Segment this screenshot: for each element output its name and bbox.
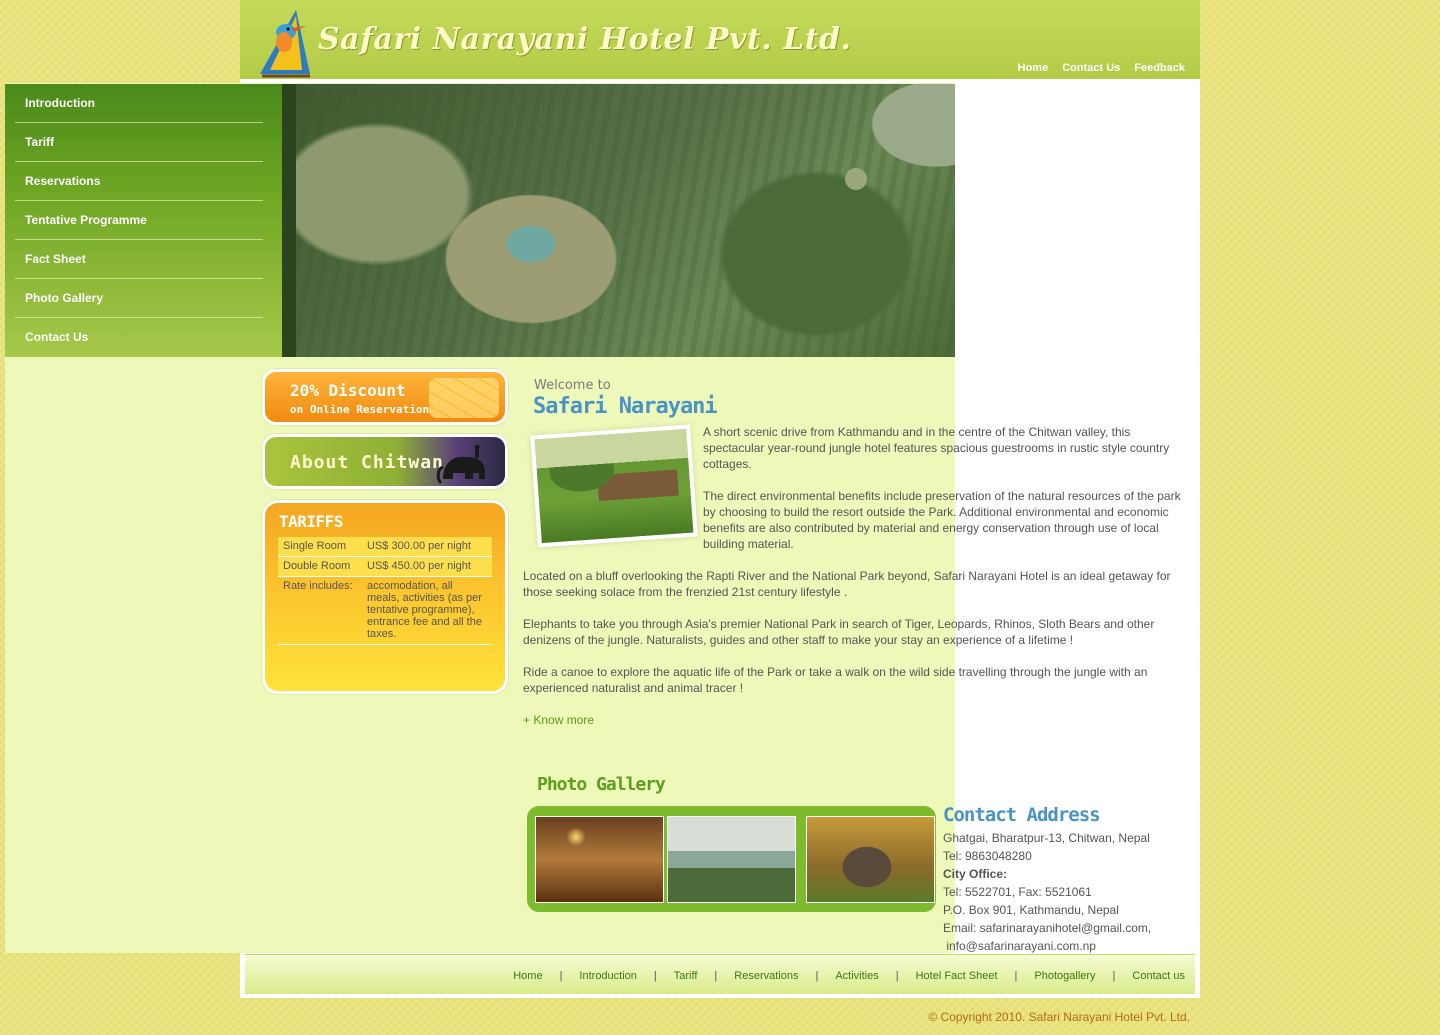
discount-banner[interactable]: 20% Discount on Online Reservation bbox=[262, 369, 508, 425]
elephant-icon bbox=[436, 445, 485, 485]
elephants-paragraph: Elephants to take you through Asia's pre… bbox=[523, 617, 1155, 647]
site-logo-text[interactable]: Safari Narayani Hotel Pvt. Ltd. bbox=[318, 22, 851, 57]
discount-banner-title: 20% Discount bbox=[290, 381, 406, 400]
sidebar-item-reservations[interactable]: Reservations bbox=[15, 162, 263, 201]
footer-bar: Home | Introduction | Tariff | Reservati… bbox=[245, 954, 1195, 994]
tariff-value: US$ 450.00 per night bbox=[362, 556, 492, 577]
footer-link-activities[interactable]: Activities bbox=[835, 970, 878, 982]
footer-separator: | bbox=[1112, 970, 1116, 982]
top-nav-feedback[interactable]: Feedback bbox=[1134, 62, 1185, 74]
canoe-paragraph: Ride a canoe to explore the aquatic life… bbox=[523, 665, 1148, 695]
footer-separator: | bbox=[815, 970, 819, 982]
contact-address-title: Contact Address bbox=[943, 804, 1101, 826]
footer-nav: Home | Introduction | Tariff | Reservati… bbox=[513, 970, 1185, 982]
site-header: Safari Narayani Hotel Pvt. Ltd. Home Con… bbox=[240, 0, 1200, 79]
contact-phone: Tel: 9863048280 bbox=[943, 849, 1032, 863]
tariff-label: Double Room bbox=[278, 556, 362, 577]
sidebar-item-contact-us[interactable]: Contact Us bbox=[15, 318, 263, 357]
contact-email[interactable]: Email: safarinarayanihotel@gmail.com, bbox=[943, 919, 1151, 937]
tariffs-table: Single Room US$ 300.00 per night Double … bbox=[278, 537, 492, 645]
sidebar-item-tariff[interactable]: Tariff bbox=[15, 123, 263, 162]
footer-separator: | bbox=[895, 970, 899, 982]
top-nav: Home Contact Us Feedback bbox=[1018, 62, 1185, 74]
footer-separator: | bbox=[559, 970, 563, 982]
top-nav-contact-us[interactable]: Contact Us bbox=[1062, 62, 1120, 74]
gallery-thumb-riverside[interactable] bbox=[667, 816, 796, 903]
table-row: Single Room US$ 300.00 per night bbox=[278, 537, 492, 557]
city-office-heading: City Office: bbox=[943, 867, 1008, 881]
footer-separator: | bbox=[653, 970, 657, 982]
tariff-value: accomodation, all meals, activities (as … bbox=[362, 576, 492, 645]
photo-gallery-strip bbox=[527, 806, 936, 912]
footer-separator: | bbox=[1014, 970, 1018, 982]
footer-link-home[interactable]: Home bbox=[513, 970, 542, 982]
cottage-photo bbox=[530, 424, 698, 548]
sidebar-nav: Introduction Tariff Reservations Tentati… bbox=[5, 84, 282, 357]
footer-link-reservations[interactable]: Reservations bbox=[734, 970, 798, 982]
hero-aerial-image bbox=[282, 84, 955, 357]
keyboard-keys-image bbox=[429, 378, 499, 418]
footer-link-tariff[interactable]: Tariff bbox=[674, 970, 698, 982]
location-paragraph: Located on a bluff overlooking the Rapti… bbox=[523, 569, 1171, 599]
city-office-phone-fax: Tel: 5522701, Fax: 5521061 bbox=[943, 885, 1092, 899]
sidebar-item-introduction[interactable]: Introduction bbox=[15, 84, 263, 123]
contact-address: Ghatgai, Bharatpur-13, Chitwan, Nepal Te… bbox=[943, 829, 1151, 955]
about-chitwan-title: About Chitwan bbox=[290, 452, 444, 473]
tariffs-box: TARIFFS Single Room US$ 300.00 per night… bbox=[262, 500, 508, 694]
sidebar-item-photo-gallery[interactable]: Photo Gallery bbox=[15, 279, 263, 318]
environment-paragraph: The direct environmental benefits includ… bbox=[703, 489, 1181, 551]
sidebar-item-tentative-programme[interactable]: Tentative Programme bbox=[15, 201, 263, 240]
po-box: P.O. Box 901, Kathmandu, Nepal bbox=[943, 903, 1119, 917]
footer-link-introduction[interactable]: Introduction bbox=[579, 970, 636, 982]
kingfisher-logo-icon[interactable] bbox=[252, 2, 316, 78]
contact-address-line: Ghatgai, Bharatpur-13, Chitwan, Nepal bbox=[943, 831, 1150, 845]
sidebar-item-fact-sheet[interactable]: Fact Sheet bbox=[15, 240, 263, 279]
top-nav-home[interactable]: Home bbox=[1018, 62, 1049, 74]
about-chitwan-banner[interactable]: About Chitwan bbox=[262, 434, 508, 489]
tariff-label: Rate includes: bbox=[278, 576, 362, 645]
welcome-heading: Safari Narayani bbox=[533, 394, 718, 419]
contact-email-2[interactable]: info@safarinarayani.com.np bbox=[943, 937, 1151, 955]
tariff-label: Single Room bbox=[278, 537, 362, 557]
copyright-text: © Copyright 2010. Safari Narayani Hotel … bbox=[928, 1010, 1190, 1024]
welcome-heading-small: Welcome to bbox=[534, 378, 611, 393]
table-row: Rate includes: accomodation, all meals, … bbox=[278, 576, 492, 645]
know-more-link[interactable]: + Know more bbox=[523, 713, 594, 727]
footer-link-contact-us[interactable]: Contact us bbox=[1132, 970, 1185, 982]
tariffs-title: TARIFFS bbox=[279, 512, 343, 531]
tariff-value: US$ 300.00 per night bbox=[362, 537, 492, 557]
footer-link-photogallery[interactable]: Photogallery bbox=[1034, 970, 1095, 982]
gallery-thumb-elephant-safari[interactable] bbox=[806, 816, 935, 903]
footer-link-hotel-fact-sheet[interactable]: Hotel Fact Sheet bbox=[916, 970, 998, 982]
gallery-thumb-restaurant[interactable] bbox=[535, 816, 664, 903]
footer-separator: | bbox=[714, 970, 718, 982]
discount-banner-subtitle: on Online Reservation bbox=[290, 403, 430, 416]
table-row: Double Room US$ 450.00 per night bbox=[278, 556, 492, 577]
photo-gallery-title: Photo Gallery bbox=[537, 774, 666, 795]
intro-paragraph: A short scenic drive from Kathmandu and … bbox=[703, 425, 1170, 471]
